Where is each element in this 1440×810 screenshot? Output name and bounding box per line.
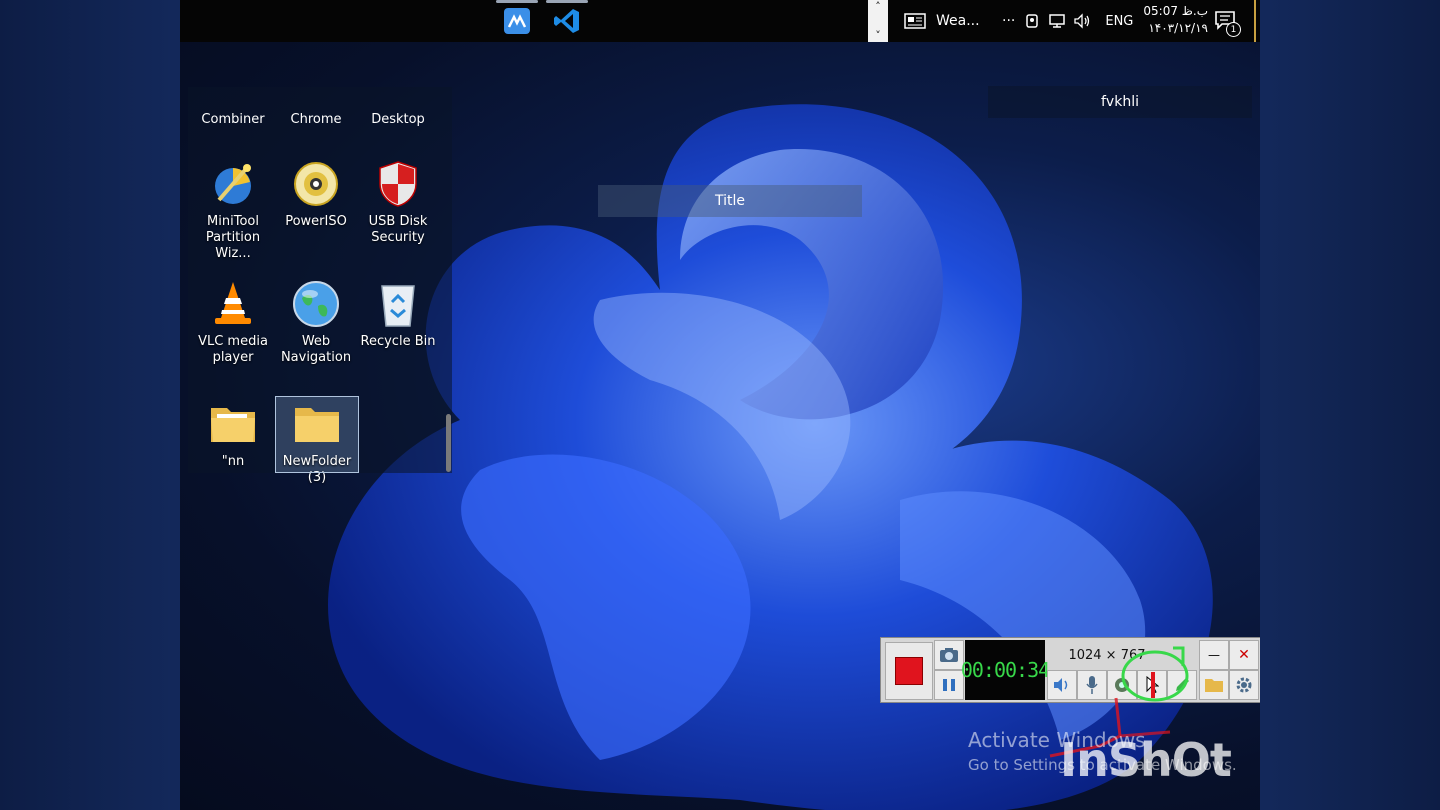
settings-button[interactable] [1229, 670, 1259, 700]
desktop-icon-label: VLC media player [198, 334, 268, 365]
inshot-watermark: InShOt [1060, 733, 1232, 787]
desktop-icon-label-cut: Combiner [201, 112, 265, 127]
open-folder-button[interactable] [1199, 670, 1229, 700]
app-icon [504, 8, 530, 34]
scroll-up-button[interactable]: ˄ [875, 0, 881, 13]
camera-icon [940, 648, 958, 662]
pause-button[interactable] [934, 670, 964, 700]
show-desktop-edge[interactable] [1254, 0, 1256, 42]
desktop-icon-vlc[interactable]: VLC media player [192, 280, 274, 366]
language-indicator[interactable]: ENG [1105, 14, 1133, 29]
title-overlay: Title [598, 185, 862, 217]
active-indicator [496, 0, 538, 3]
desktop-icon-label: USB Disk Security [368, 214, 428, 245]
globe-icon [292, 280, 340, 328]
folder-icon [1205, 679, 1223, 692]
scroll-down-button[interactable]: ˅ [875, 29, 881, 42]
active-indicator [546, 0, 588, 3]
taskbar: ˄ ˅ Wea... ··· ENG 05:07 ب.ظ ۱۴۰۳/۱۲/۱۹ … [180, 0, 1260, 42]
desktop-icon-recycle-bin[interactable]: Recycle Bin [357, 280, 439, 350]
speaker-icon [1054, 678, 1068, 692]
taskbar-app-vscode[interactable] [546, 0, 588, 36]
close-button[interactable]: ✕ [1229, 640, 1259, 670]
screenshot-button[interactable] [934, 640, 964, 670]
clock[interactable]: 05:07 ب.ظ ۱۴۰۳/۱۲/۱۹ [1138, 3, 1208, 37]
desktop-icon-label-cut: Desktop [371, 112, 425, 127]
desktop-icon-minitool[interactable]: MiniTool Partition Wiz... [192, 160, 274, 262]
meet-icon[interactable] [1025, 13, 1039, 29]
taskbar-scroll[interactable]: ˄ ˅ [868, 0, 888, 42]
tray-icons: ··· ENG [1002, 0, 1133, 42]
desktop-icon-label: Recycle Bin [360, 334, 436, 349]
desktop-icon-folder-nn[interactable]: "nn [192, 400, 274, 470]
desktop-icon-label: MiniTool Partition Wiz... [205, 214, 261, 261]
recording-timer: 00:00:34 [961, 640, 1050, 700]
microphone-icon [1086, 676, 1098, 694]
minimize-button[interactable]: — [1199, 640, 1229, 670]
desktop-icon-usb-disk-security[interactable]: USB Disk Security [357, 160, 439, 246]
gear-icon [1236, 677, 1252, 693]
vlc-icon [209, 280, 257, 328]
pause-icon [943, 679, 955, 691]
recycle-bin-icon [374, 280, 422, 328]
record-stop-button[interactable] [885, 642, 933, 700]
weather-widget[interactable]: Wea... [904, 0, 980, 42]
weather-label: Wea... [936, 13, 980, 29]
notification-badge: 1 [1226, 22, 1241, 37]
panel-scrollbar[interactable] [446, 414, 451, 472]
shield-icon [374, 160, 422, 208]
poweriso-icon [292, 160, 340, 208]
desktop-icon-web-navigation[interactable]: Web Navigation [275, 280, 357, 366]
overflow-icon[interactable]: ··· [1002, 13, 1015, 29]
annotation-highlight [1121, 646, 1189, 702]
folder-icon [209, 400, 257, 448]
desktop-icon-label: Web Navigation [280, 334, 352, 365]
clock-time: 05:07 ب.ظ [1143, 4, 1208, 18]
desktop-icon-poweriso[interactable]: PowerISO [275, 160, 357, 230]
taskbar-app-anydesk[interactable] [496, 0, 538, 36]
desktop-screen: ˄ ˅ Wea... ··· ENG 05:07 ب.ظ ۱۴۰۳/۱۲/۱۹ … [180, 0, 1260, 810]
screen-recorder-toolbar: 00:00:34 1024 × 767 — ✕ [880, 637, 1260, 703]
notification-center-button[interactable]: 1 [1214, 10, 1241, 37]
desktop-icon-label: "nn [221, 454, 245, 469]
desktop-icon-label-cut: Chrome [290, 112, 342, 127]
desktop-icon-newfolder-3[interactable]: NewFolder (3) [275, 396, 359, 485]
minitool-icon [209, 160, 257, 208]
network-icon[interactable] [1049, 13, 1066, 29]
news-icon [904, 13, 926, 29]
desktop-icon-label: PowerISO [285, 214, 347, 229]
record-icon [895, 657, 923, 685]
vscode-icon [554, 9, 579, 33]
name-overlay: fvkhli [988, 86, 1252, 118]
clock-date: ۱۴۰۳/۱۲/۱۹ [1148, 21, 1208, 35]
folder-icon [293, 400, 341, 448]
desktop-icon-label: NewFolder (3) [282, 454, 352, 485]
volume-icon[interactable] [1073, 13, 1091, 29]
video-frame: ˄ ˅ Wea... ··· ENG 05:07 ب.ظ ۱۴۰۳/۱۲/۱۹ … [0, 0, 1440, 810]
